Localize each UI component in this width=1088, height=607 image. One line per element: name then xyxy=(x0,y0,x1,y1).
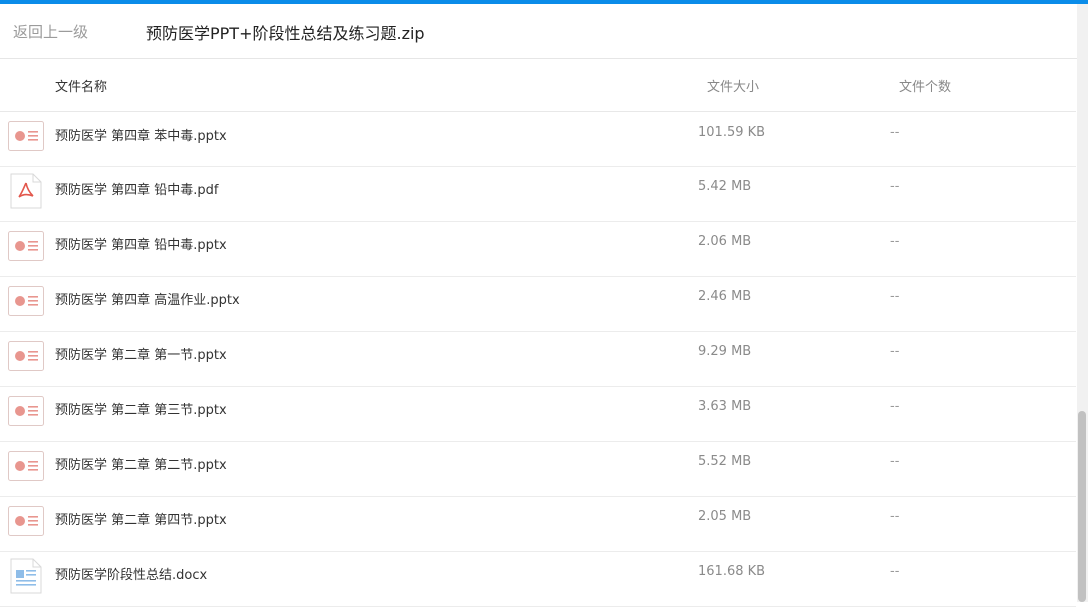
file-size: 2.05 MB xyxy=(698,509,752,524)
pptx-icon xyxy=(8,396,44,426)
file-size: 5.42 MB xyxy=(698,179,752,194)
file-count: -- xyxy=(890,234,900,249)
file-size: 3.63 MB xyxy=(698,399,752,414)
file-list: 预防医学 第四章 苯中毒.pptx 101.59 KB -- 预防医学 第四章 … xyxy=(0,112,1076,607)
column-header-count[interactable]: 文件个数 xyxy=(899,76,951,95)
file-row[interactable]: 预防医学 第四章 铅中毒.pptx 2.06 MB -- xyxy=(0,222,1076,277)
docx-icon xyxy=(8,558,44,594)
pptx-icon xyxy=(8,286,44,316)
file-count: -- xyxy=(890,454,900,469)
file-name[interactable]: 预防医学 第四章 铅中毒.pptx xyxy=(55,234,227,253)
file-name[interactable]: 预防医学 第二章 第三节.pptx xyxy=(55,399,227,418)
file-size: 2.46 MB xyxy=(698,289,752,304)
file-row[interactable]: 预防医学 第四章 高温作业.pptx 2.46 MB -- xyxy=(0,277,1076,332)
file-count: -- xyxy=(890,564,900,579)
column-header-row: 文件名称 文件大小 文件个数 xyxy=(0,59,1076,112)
file-name[interactable]: 预防医学阶段性总结.docx xyxy=(55,564,207,583)
file-row[interactable]: 预防医学 第四章 苯中毒.pptx 101.59 KB -- xyxy=(0,112,1076,167)
pptx-icon xyxy=(8,231,44,261)
file-row[interactable]: 预防医学 第二章 第四节.pptx 2.05 MB -- xyxy=(0,497,1076,552)
file-name[interactable]: 预防医学 第四章 高温作业.pptx xyxy=(55,289,240,308)
file-count: -- xyxy=(890,344,900,359)
file-size: 5.52 MB xyxy=(698,454,752,469)
file-count: -- xyxy=(890,289,900,304)
file-row[interactable]: 预防医学阶段性总结.docx 161.68 KB -- xyxy=(0,552,1076,607)
pptx-icon xyxy=(8,121,44,151)
back-button[interactable]: 返回上一级 xyxy=(13,21,88,42)
column-header-name[interactable]: 文件名称 xyxy=(55,76,107,95)
pptx-icon xyxy=(8,506,44,536)
column-header-size[interactable]: 文件大小 xyxy=(707,76,759,95)
file-row[interactable]: 预防医学 第二章 第三节.pptx 3.63 MB -- xyxy=(0,387,1076,442)
archive-title: 预防医学PPT+阶段性总结及练习题.zip xyxy=(146,24,425,43)
file-size: 9.29 MB xyxy=(698,344,752,359)
file-name[interactable]: 预防医学 第二章 第一节.pptx xyxy=(55,344,227,363)
file-count: -- xyxy=(890,399,900,414)
file-count: -- xyxy=(890,179,900,194)
scrollbar-thumb[interactable] xyxy=(1078,411,1086,602)
header-bar: 返回上一级 预防医学PPT+阶段性总结及练习题.zip xyxy=(0,4,1088,59)
file-row[interactable]: 预防医学 第二章 第二节.pptx 5.52 MB -- xyxy=(0,442,1076,497)
file-size: 2.06 MB xyxy=(698,234,752,249)
file-size: 101.59 KB xyxy=(698,125,766,140)
file-row[interactable]: 预防医学 第二章 第一节.pptx 9.29 MB -- xyxy=(0,332,1076,387)
file-name[interactable]: 预防医学 第二章 第四节.pptx xyxy=(55,509,227,528)
file-count: -- xyxy=(890,125,900,140)
file-name[interactable]: 预防医学 第二章 第二节.pptx xyxy=(55,454,227,473)
file-name[interactable]: 预防医学 第四章 苯中毒.pptx xyxy=(55,125,227,144)
pptx-icon xyxy=(8,341,44,371)
pptx-icon xyxy=(8,451,44,481)
file-size: 161.68 KB xyxy=(698,564,766,579)
file-name[interactable]: 预防医学 第四章 铅中毒.pdf xyxy=(55,179,218,198)
pdf-icon xyxy=(8,173,44,209)
file-row[interactable]: 预防医学 第四章 铅中毒.pdf 5.42 MB -- xyxy=(0,167,1076,222)
file-count: -- xyxy=(890,509,900,524)
